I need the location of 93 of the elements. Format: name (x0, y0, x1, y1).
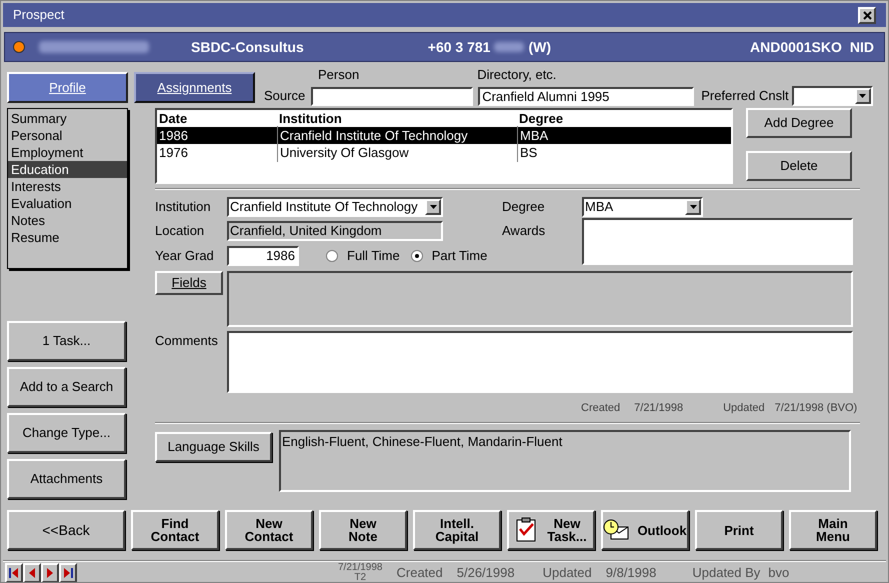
section-item[interactable]: Summary (8, 110, 127, 127)
section-item[interactable]: Interests (8, 178, 127, 195)
field-label: Year Grad (155, 247, 215, 266)
section-item[interactable]: Employment (8, 144, 127, 161)
toolbar-button[interactable]: New Task... (507, 510, 595, 550)
table-cell: Cranfield Institute Of Technology (277, 126, 517, 146)
close-button[interactable] (858, 6, 876, 24)
field-label: Institution (155, 198, 212, 216)
status-date: 7/21/1998 (338, 563, 382, 573)
language-skills-button[interactable]: Language Skills (155, 432, 272, 462)
meta-label: Updated (723, 401, 765, 414)
degree-button[interactable]: Add Degree (746, 108, 852, 138)
status-value: bvo (768, 564, 790, 582)
meta-value: 7/21/1998 (BVO) (774, 401, 858, 414)
status-label: Updated By (692, 564, 760, 582)
skip-arrow-icon (61, 566, 75, 580)
toolbar-button[interactable]: New Contact (225, 510, 313, 550)
column-header: Institution (278, 110, 343, 128)
language-skills-box: English-Fluent, Chinese-Fluent, Mandarin-Fluent (279, 430, 851, 492)
previous-record-button[interactable] (23, 563, 41, 582)
status-label: Created (396, 564, 443, 582)
column-header: Degree (518, 110, 564, 128)
dropdown-caret[interactable] (425, 199, 441, 215)
redacted-phone (494, 42, 524, 52)
toolbar-button[interactable]: Main Menu (789, 510, 877, 550)
section-item[interactable]: Resume (8, 229, 127, 246)
institution-dropdown[interactable]: Cranfield Institute Of Technology (227, 197, 443, 217)
field-label: Comments (155, 332, 219, 350)
field-label: Location (155, 222, 206, 240)
column-label: Directory, etc. (477, 66, 556, 84)
field-label: Degree (502, 198, 546, 216)
next-record-button[interactable] (41, 563, 59, 582)
person-field[interactable] (311, 86, 474, 106)
radio-button[interactable] (410, 250, 423, 262)
record-code: AND0001SKO (750, 38, 842, 56)
degree-dropdown[interactable]: MBA (582, 197, 703, 217)
tab[interactable]: Profile (7, 72, 128, 103)
meta-value: 7/21/1998 (634, 401, 684, 414)
skip-arrow-icon (7, 566, 21, 580)
radio-button[interactable] (326, 250, 338, 262)
radio-label: Part Time (432, 247, 488, 266)
status-label: Updated (542, 564, 592, 582)
table-row[interactable]: 1986 Cranfield Institute Of Technology MBA (157, 127, 731, 144)
close-icon (862, 10, 872, 20)
table-cell: MBA (517, 126, 731, 146)
section-item[interactable]: Personal (8, 127, 127, 144)
comments-field[interactable] (227, 331, 853, 393)
section-item[interactable]: Education (8, 161, 127, 178)
field-label: Source (264, 87, 306, 106)
company-name: SBDC-Consultus (191, 38, 304, 56)
side-button[interactable]: Change Type... (7, 413, 126, 453)
clock-envelope-icon (603, 519, 630, 541)
dropdown-caret[interactable] (685, 199, 701, 215)
toolbar-button[interactable]: Print (695, 510, 783, 550)
record-status-text: NID (850, 38, 874, 56)
side-button[interactable]: Add to a Search (7, 367, 126, 407)
window-title: Prospect (13, 6, 64, 24)
table-cell: University Of Glasgow (277, 142, 517, 162)
table-cell-text: 1986 (158, 126, 189, 145)
toolbar-button[interactable]: Outlook (601, 510, 689, 550)
table-cell-text: 1976 (158, 144, 189, 162)
toolbar-button[interactable]: <<Back (7, 510, 125, 550)
toolbar-button[interactable]: New Note (319, 510, 407, 550)
table-cell: BS (517, 142, 731, 162)
first-record-button[interactable] (5, 563, 23, 582)
status-value: 9/8/1998 (606, 564, 656, 582)
dropdown-caret[interactable] (854, 88, 871, 104)
table-row[interactable]: 1976 University Of Glasgow BS (157, 144, 731, 161)
column-label: Person (318, 66, 360, 84)
awards-field[interactable] (582, 218, 853, 265)
section-item[interactable]: Notes (8, 212, 127, 229)
phone-number: +60 3 781 (428, 38, 490, 56)
consultant-dropdown[interactable] (792, 86, 873, 106)
degree-button[interactable]: Delete (746, 151, 852, 181)
side-button[interactable]: 1 Task... (7, 321, 126, 361)
status-value: 5/26/1998 (456, 564, 515, 582)
year-field[interactable]: 1986 (227, 246, 299, 266)
meta-label: Created (581, 401, 620, 414)
field-label: Awards (502, 222, 546, 240)
section-item[interactable]: Evaluation (8, 195, 127, 212)
field-label: Preferred Cnslt (701, 87, 789, 106)
directory-field[interactable]: Cranfield Alumni 1995 (478, 86, 694, 106)
location-field: Cranfield, United Kingdom (227, 221, 443, 241)
terminal-id: T2 (354, 573, 366, 582)
fields-button[interactable]: Fields (155, 271, 223, 295)
toolbar-button[interactable]: Intell. Capital (413, 510, 501, 550)
tab[interactable]: Assignments (134, 72, 255, 103)
last-record-button[interactable] (59, 563, 77, 582)
side-button[interactable]: Attachments (7, 459, 126, 499)
phone-type: (W) (528, 38, 551, 57)
toolbar-button[interactable]: Find Contact (131, 510, 219, 550)
radio-label: Full Time (347, 247, 400, 266)
column-header: Date (158, 110, 188, 128)
